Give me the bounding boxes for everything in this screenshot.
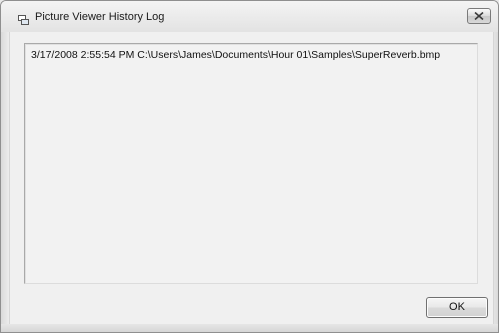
- window-title: Picture Viewer History Log: [35, 11, 165, 23]
- history-log-textbox[interactable]: 3/17/2008 2:55:54 PM C:\Users\James\Docu…: [24, 43, 478, 284]
- close-icon: [474, 12, 484, 20]
- window-bottom-border: [1, 324, 498, 332]
- close-button[interactable]: [467, 8, 491, 24]
- ok-button[interactable]: OK: [426, 297, 488, 318]
- history-log-window: Picture Viewer History Log 3/17/2008 2:5…: [0, 0, 499, 333]
- log-entry: 3/17/2008 2:55:54 PM C:\Users\James\Docu…: [31, 49, 441, 61]
- title-bar[interactable]: Picture Viewer History Log: [1, 1, 498, 33]
- window-left-border: [1, 32, 9, 332]
- app-window-icon: [18, 12, 29, 25]
